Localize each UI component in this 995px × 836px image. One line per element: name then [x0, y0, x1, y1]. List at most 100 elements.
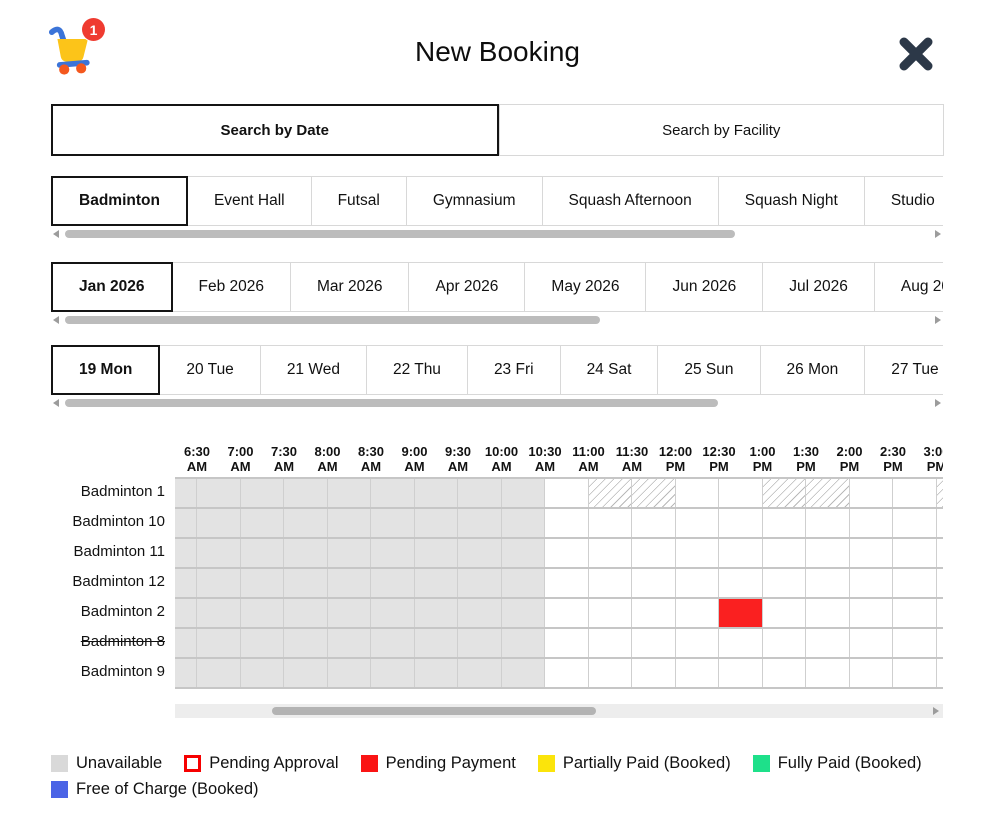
- slot-cell[interactable]: [850, 659, 894, 687]
- slot-cell[interactable]: [676, 659, 720, 687]
- slot-cell[interactable]: [632, 599, 676, 627]
- search-tab-search-by-date[interactable]: Search by Date: [51, 104, 499, 156]
- month-tab-aug-2026[interactable]: Aug 2026: [874, 262, 943, 312]
- day-tab-25-sun[interactable]: 25 Sun: [657, 345, 760, 395]
- scroll-left-icon[interactable]: [53, 230, 59, 238]
- slot-cell[interactable]: [632, 659, 676, 687]
- slot-cell[interactable]: [763, 659, 807, 687]
- slot-cell[interactable]: [589, 599, 633, 627]
- day-tab-24-sat[interactable]: 24 Sat: [560, 345, 659, 395]
- scrollbar-thumb[interactable]: [65, 230, 735, 238]
- slot-cell[interactable]: [937, 599, 944, 627]
- slot-cell[interactable]: [545, 659, 589, 687]
- slot-cell[interactable]: [850, 479, 894, 507]
- slot-cell-pending-payment[interactable]: [719, 599, 763, 627]
- slot-cell[interactable]: [632, 539, 676, 567]
- slot-cell[interactable]: [893, 569, 937, 597]
- slot-cell[interactable]: [850, 599, 894, 627]
- slot-cell[interactable]: [806, 509, 850, 537]
- scrollbar-thumb[interactable]: [65, 399, 718, 407]
- scroll-right-icon[interactable]: [935, 316, 941, 324]
- scroll-right-icon[interactable]: [933, 707, 939, 715]
- slot-cell[interactable]: [545, 509, 589, 537]
- scroll-right-icon[interactable]: [935, 230, 941, 238]
- slot-cell[interactable]: [589, 659, 633, 687]
- facility-tab-futsal[interactable]: Futsal: [311, 176, 407, 226]
- slot-cell[interactable]: [937, 509, 944, 537]
- month-tab-apr-2026[interactable]: Apr 2026: [408, 262, 525, 312]
- slot-cell[interactable]: [545, 539, 589, 567]
- slot-cell[interactable]: [937, 569, 944, 597]
- slot-cell[interactable]: [589, 569, 633, 597]
- day-tab-22-thu[interactable]: 22 Thu: [366, 345, 468, 395]
- slot-cell[interactable]: [850, 539, 894, 567]
- slot-cell[interactable]: [632, 629, 676, 657]
- slot-cell[interactable]: [719, 569, 763, 597]
- day-tab-19-mon[interactable]: 19 Mon: [51, 345, 160, 395]
- slot-cell[interactable]: [893, 539, 937, 567]
- day-tab-26-mon[interactable]: 26 Mon: [760, 345, 866, 395]
- slot-cell[interactable]: [545, 599, 589, 627]
- scrollbar-thumb[interactable]: [65, 316, 600, 324]
- slot-cell[interactable]: [893, 629, 937, 657]
- slot-cell-pending-approval[interactable]: [806, 479, 850, 507]
- slot-cell[interactable]: [589, 629, 633, 657]
- slot-cell[interactable]: [850, 569, 894, 597]
- facility-tab-badminton[interactable]: Badminton: [51, 176, 188, 226]
- slot-cell[interactable]: [589, 539, 633, 567]
- slot-cell[interactable]: [763, 629, 807, 657]
- slot-cell[interactable]: [545, 479, 589, 507]
- month-tab-jul-2026[interactable]: Jul 2026: [762, 262, 875, 312]
- close-button[interactable]: [897, 36, 935, 72]
- slot-cell[interactable]: [676, 479, 720, 507]
- slot-cell[interactable]: [937, 539, 944, 567]
- scrollbar-thumb[interactable]: [272, 707, 596, 715]
- slot-cell-pending-approval[interactable]: [632, 479, 676, 507]
- facility-tab-squash-night[interactable]: Squash Night: [718, 176, 865, 226]
- month-tab-jun-2026[interactable]: Jun 2026: [645, 262, 763, 312]
- scroll-right-icon[interactable]: [935, 399, 941, 407]
- slot-cell[interactable]: [806, 599, 850, 627]
- month-scrollbar[interactable]: [51, 314, 943, 326]
- month-tab-mar-2026[interactable]: Mar 2026: [290, 262, 409, 312]
- slot-cell[interactable]: [719, 659, 763, 687]
- facility-tab-event-hall[interactable]: Event Hall: [187, 176, 312, 226]
- day-tab-21-wed[interactable]: 21 Wed: [260, 345, 367, 395]
- scroll-left-icon[interactable]: [53, 316, 59, 324]
- slot-cell[interactable]: [676, 629, 720, 657]
- slot-cell[interactable]: [763, 569, 807, 597]
- slot-cell-pending-approval[interactable]: [589, 479, 633, 507]
- slot-cell[interactable]: [676, 599, 720, 627]
- slot-cell[interactable]: [632, 569, 676, 597]
- slot-cell[interactable]: [719, 479, 763, 507]
- slot-cell[interactable]: [676, 509, 720, 537]
- facility-tab-squash-afternoon[interactable]: Squash Afternoon: [542, 176, 719, 226]
- month-tab-feb-2026[interactable]: Feb 2026: [172, 262, 292, 312]
- day-tab-27-tue[interactable]: 27 Tue: [864, 345, 943, 395]
- slot-cell[interactable]: [545, 629, 589, 657]
- slot-cell[interactable]: [806, 539, 850, 567]
- slot-cell[interactable]: [850, 629, 894, 657]
- slot-cell-pending-approval[interactable]: [937, 479, 944, 507]
- slot-cell[interactable]: [937, 659, 944, 687]
- slot-cell[interactable]: [632, 509, 676, 537]
- search-tab-search-by-facility[interactable]: Search by Facility: [499, 104, 945, 156]
- slot-cell[interactable]: [545, 569, 589, 597]
- slot-cell[interactable]: [676, 539, 720, 567]
- slot-cell[interactable]: [589, 509, 633, 537]
- day-tab-20-tue[interactable]: 20 Tue: [159, 345, 260, 395]
- slot-cell[interactable]: [763, 599, 807, 627]
- facility-scrollbar[interactable]: [51, 228, 943, 240]
- day-scrollbar[interactable]: [51, 397, 943, 409]
- scroll-left-icon[interactable]: [53, 399, 59, 407]
- slot-cell[interactable]: [676, 569, 720, 597]
- slot-cell[interactable]: [893, 599, 937, 627]
- facility-tab-studio[interactable]: Studio: [864, 176, 943, 226]
- grid-scrollbar[interactable]: [175, 704, 943, 718]
- slot-cell[interactable]: [806, 659, 850, 687]
- slot-cell[interactable]: [937, 629, 944, 657]
- slot-cell[interactable]: [806, 629, 850, 657]
- slot-cell[interactable]: [893, 659, 937, 687]
- slot-cell[interactable]: [719, 509, 763, 537]
- slot-cell[interactable]: [719, 629, 763, 657]
